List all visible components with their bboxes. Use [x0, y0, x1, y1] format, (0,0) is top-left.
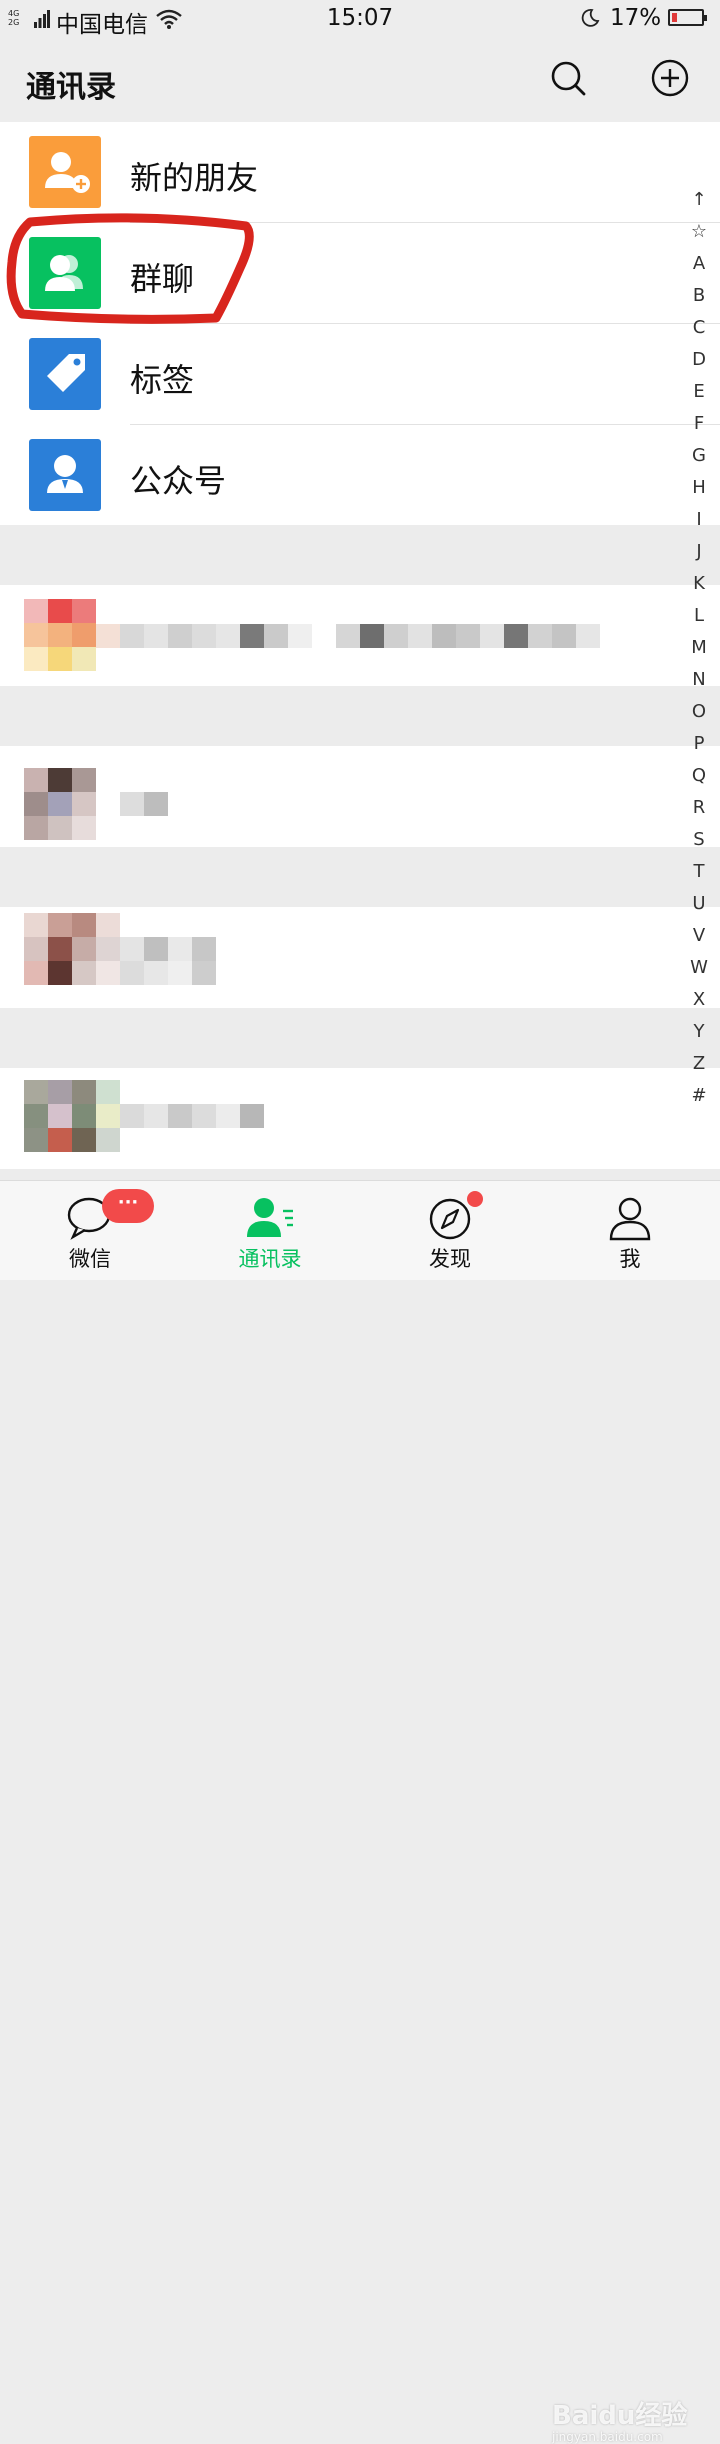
discover-dot: [467, 1191, 483, 1207]
section-header: [0, 1008, 720, 1068]
index-letter[interactable]: X: [686, 984, 712, 1016]
blurred-name: [336, 624, 600, 648]
tab-me[interactable]: 我: [540, 1181, 720, 1281]
tab-me-label: 我: [619, 1247, 641, 1271]
contact-row[interactable]: [0, 746, 720, 847]
page-title: 通讯录: [26, 70, 116, 105]
index-letter[interactable]: K: [686, 568, 712, 600]
blurred-name: [120, 937, 216, 985]
index-letter[interactable]: L: [686, 600, 712, 632]
section-header: [0, 525, 720, 585]
tab-discover[interactable]: 发现: [360, 1181, 540, 1281]
index-letter[interactable]: M: [686, 632, 712, 664]
index-letter[interactable]: J: [686, 536, 712, 568]
index-letter[interactable]: ↑: [686, 184, 712, 216]
blurred-avatar: [24, 1080, 120, 1152]
battery-icon: [668, 9, 707, 26]
index-letter[interactable]: Y: [686, 1016, 712, 1048]
blurred-avatar: [24, 913, 120, 985]
alphabet-index[interactable]: ↑ ☆ A B C D E F G H I J K L M N O P Q R S T U V W X Y Z #: [686, 184, 712, 1112]
index-letter[interactable]: W: [686, 952, 712, 984]
index-letter[interactable]: E: [686, 376, 712, 408]
contacts-icon: [247, 1198, 293, 1237]
moon-icon: [581, 9, 600, 27]
index-letter[interactable]: V: [686, 920, 712, 952]
tab-bar: ··· 微信 通讯录 发现 我 Baidu经验 jingyan.baidu.co…: [0, 1180, 720, 2444]
group-chat-label: 群聊: [130, 260, 195, 298]
blurred-avatar: [24, 768, 96, 840]
tab-contacts-label: 通讯录: [238, 1247, 302, 1271]
status-bar: 4G 2G 中国电信 15:07 17%: [0, 0, 720, 38]
index-letter[interactable]: S: [686, 824, 712, 856]
index-letter[interactable]: I: [686, 504, 712, 536]
index-letter[interactable]: U: [686, 888, 712, 920]
plus-circle-icon[interactable]: [650, 58, 690, 98]
index-letter[interactable]: Z: [686, 1048, 712, 1080]
contact-row[interactable]: [0, 1068, 720, 1169]
tags-label: 标签: [130, 361, 195, 399]
contact-row[interactable]: [0, 907, 720, 1008]
new-friends-item[interactable]: 新的朋友: [0, 122, 720, 223]
section-gap: [0, 1169, 720, 1180]
battery-percent: 17%: [610, 5, 662, 31]
index-letter[interactable]: H: [686, 472, 712, 504]
search-icon[interactable]: [548, 58, 588, 98]
tab-contacts[interactable]: 通讯录: [180, 1181, 360, 1281]
unread-badge: ···: [102, 1189, 154, 1223]
section-header: [0, 686, 720, 746]
add-friend-icon: [29, 136, 101, 208]
watermark: Baidu经验 jingyan.baidu.com: [552, 2401, 688, 2444]
official-account-icon: [29, 439, 101, 511]
index-letter[interactable]: #: [686, 1080, 712, 1112]
index-letter[interactable]: N: [686, 664, 712, 696]
index-letter[interactable]: Q: [686, 760, 712, 792]
person-icon: [609, 1197, 651, 1241]
index-letter[interactable]: G: [686, 440, 712, 472]
section-header: [0, 847, 720, 907]
blurred-name: [96, 624, 312, 648]
official-accounts-label: 公众号: [130, 462, 227, 500]
index-letter[interactable]: ☆: [686, 216, 712, 248]
tab-chats-label: 微信: [69, 1247, 111, 1271]
index-letter[interactable]: D: [686, 344, 712, 376]
group-chat-icon: [29, 237, 101, 309]
blurred-avatar: [24, 599, 96, 671]
index-letter[interactable]: P: [686, 728, 712, 760]
tab-chats[interactable]: ··· 微信: [0, 1181, 180, 1281]
index-letter[interactable]: C: [686, 312, 712, 344]
header: 通讯录: [0, 38, 720, 122]
battery-level: [672, 13, 677, 22]
index-letter[interactable]: O: [686, 696, 712, 728]
function-list: 新的朋友 群聊 标签 公众号: [0, 122, 720, 525]
contact-row[interactable]: [0, 585, 720, 686]
blurred-name: [120, 1104, 264, 1128]
group-chat-item[interactable]: 群聊: [0, 223, 720, 324]
index-letter[interactable]: T: [686, 856, 712, 888]
index-letter[interactable]: F: [686, 408, 712, 440]
tab-discover-label: 发现: [429, 1247, 471, 1271]
index-letter[interactable]: B: [686, 280, 712, 312]
tags-item[interactable]: 标签: [0, 324, 720, 425]
blurred-name: [120, 792, 168, 816]
official-accounts-item[interactable]: 公众号: [0, 425, 680, 526]
new-friends-label: 新的朋友: [130, 159, 259, 197]
index-letter[interactable]: R: [686, 792, 712, 824]
tag-icon: [29, 338, 101, 410]
index-letter[interactable]: A: [686, 248, 712, 280]
